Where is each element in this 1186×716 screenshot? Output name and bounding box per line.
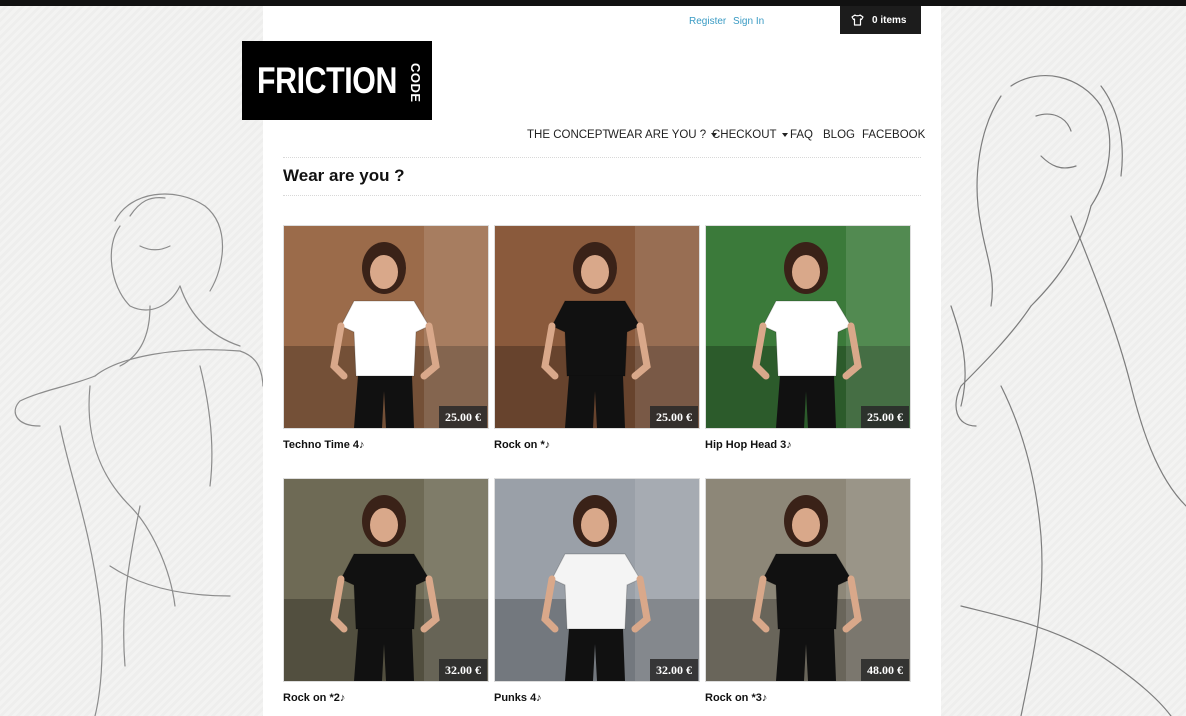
nav-item-concept[interactable]: THE CONCEPT: [527, 129, 609, 141]
model-photo-illustration: [284, 479, 488, 681]
nav-item-label: FAQ: [790, 129, 814, 141]
product-photo[interactable]: [283, 478, 489, 682]
product-title[interactable]: Rock on *3♪: [705, 692, 767, 704]
price-badge: 25.00 €: [650, 406, 698, 428]
model-photo-illustration: [495, 479, 699, 681]
price-badge: 32.00 €: [439, 659, 487, 681]
auth-links: Register Sign In: [689, 16, 768, 27]
nav-item-blog[interactable]: BLOG: [823, 129, 855, 141]
site-logo[interactable]: FRICTION CODE: [242, 41, 432, 120]
product-card[interactable]: 25.00 € Techno Time 4♪: [283, 225, 489, 451]
signin-link[interactable]: Sign In: [733, 16, 764, 27]
price-badge: 32.00 €: [650, 659, 698, 681]
model-photo-illustration: [706, 479, 910, 681]
product-card[interactable]: 48.00 € Rock on *3♪: [705, 478, 911, 704]
nav-item-label: WEAR ARE YOU ?: [608, 129, 707, 141]
nav-item-facebook[interactable]: FACEBOOK: [862, 129, 925, 141]
nav-item-faq[interactable]: FAQ: [790, 129, 813, 141]
price-badge: 25.00 €: [439, 406, 487, 428]
product-card[interactable]: 25.00 € Rock on *♪: [494, 225, 700, 451]
product-title[interactable]: Techno Time 4♪: [283, 439, 365, 451]
nav-item-label: THE CONCEPT: [527, 129, 610, 141]
nav-item-label: BLOG: [823, 129, 855, 141]
fashion-sketch-right: [950, 75, 1186, 716]
product-title[interactable]: Punks 4♪: [494, 692, 542, 704]
price-badge: 25.00 €: [861, 406, 909, 428]
fashion-sketch-left: [14, 193, 263, 716]
left-sketch-background: [0, 6, 263, 716]
right-sketch-background: [941, 6, 1186, 716]
model-photo-illustration: [495, 226, 699, 428]
product-photo[interactable]: [494, 478, 700, 682]
top-bar: [0, 0, 1186, 6]
product-card[interactable]: 25.00 € Hip Hop Head 3♪: [705, 225, 911, 451]
tshirt-icon: [851, 14, 864, 26]
product-card[interactable]: 32.00 € Punks 4♪: [494, 478, 700, 704]
page-title: Wear are you ?: [283, 166, 405, 185]
divider: [283, 195, 921, 196]
product-title[interactable]: Hip Hop Head 3♪: [705, 439, 792, 451]
cart-count: 0 items: [872, 14, 907, 26]
product-title[interactable]: Rock on *2♪: [283, 692, 345, 704]
model-photo-illustration: [284, 226, 488, 428]
product-title[interactable]: Rock on *♪: [494, 439, 550, 451]
product-photo[interactable]: [494, 225, 700, 429]
product-photo[interactable]: [705, 225, 911, 429]
cart-button[interactable]: 0 items: [840, 6, 921, 34]
nav-item-checkout[interactable]: CHECKOUT: [712, 129, 788, 141]
product-photo[interactable]: [283, 225, 489, 429]
divider: [283, 157, 921, 158]
logo-subtext: CODE: [408, 63, 423, 103]
product-photo[interactable]: [705, 478, 911, 682]
product-card[interactable]: 32.00 € Rock on *2♪: [283, 478, 489, 704]
logo-text: FRICTION: [257, 59, 397, 101]
register-link[interactable]: Register: [689, 16, 726, 27]
nav-item-label: CHECKOUT: [712, 129, 777, 141]
price-badge: 48.00 €: [861, 659, 909, 681]
nav-item-label: FACEBOOK: [862, 129, 926, 141]
caret-down-icon: [781, 133, 788, 137]
model-photo-illustration: [706, 226, 910, 428]
nav-item-wear-are-you[interactable]: WEAR ARE YOU ?: [608, 129, 718, 141]
